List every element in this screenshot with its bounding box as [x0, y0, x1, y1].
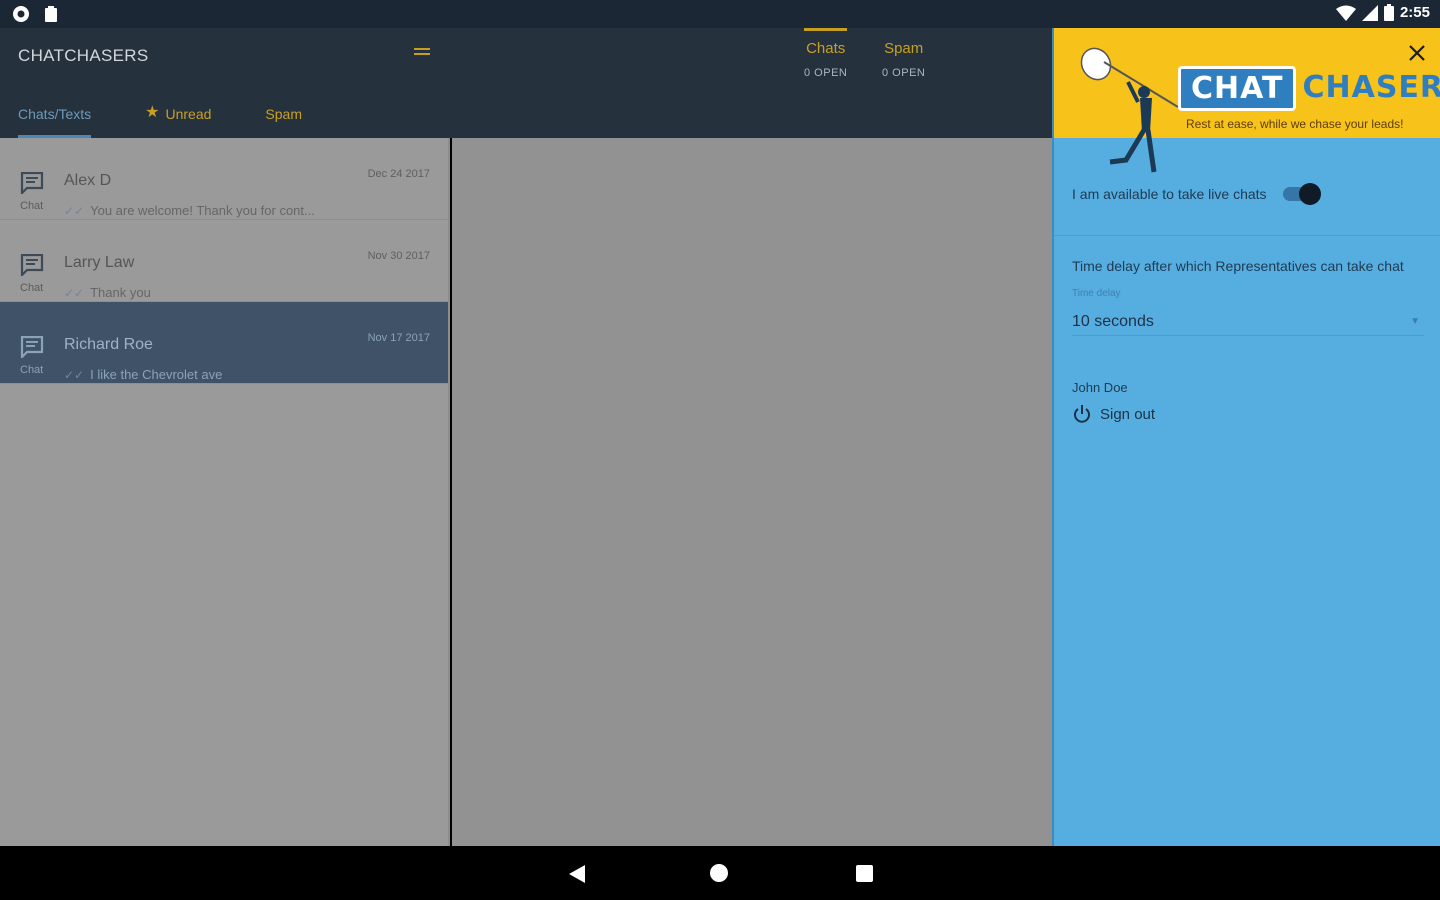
dropdown-arrow-icon: ▼: [1410, 316, 1420, 327]
toggle-knob: [1298, 183, 1321, 205]
tab-label: Chats/Texts: [18, 106, 92, 122]
back-icon[interactable]: [568, 864, 586, 884]
notification-circle-icon: [13, 6, 29, 22]
last-message: ✓✓ Thank you: [64, 285, 151, 300]
time-delay-select[interactable]: 10 seconds ▼: [1072, 308, 1424, 336]
list-item[interactable]: Chat Larry Law Nov 30 2017 ✓✓ Thank you: [0, 220, 448, 302]
chat-date: Nov 30 2017: [367, 250, 430, 262]
signal-icon: [1361, 4, 1378, 21]
recent-apps-icon[interactable]: [856, 865, 873, 882]
list-item-selected[interactable]: Chat Richard Roe Nov 17 2017 ✓✓ I like t…: [0, 302, 448, 384]
message-text: Thank you: [90, 285, 151, 300]
menu-icon[interactable]: [414, 48, 430, 62]
logo-chat: CHAT: [1178, 66, 1297, 111]
power-icon: [1074, 405, 1090, 423]
double-check-icon: ✓✓: [64, 203, 85, 218]
tab-spam[interactable]: Spam: [265, 106, 302, 138]
divider: [1054, 235, 1440, 236]
chat-bubble-icon: [20, 254, 44, 276]
delay-title: Time delay after which Representatives c…: [1072, 258, 1404, 274]
sign-out-button[interactable]: Sign out: [1072, 404, 1155, 424]
status-left: [12, 5, 58, 23]
counter-spam[interactable]: Spam 0 OPEN: [882, 40, 925, 79]
availability-label: I am available to take live chats: [1072, 186, 1267, 202]
double-check-icon: ✓✓: [64, 285, 85, 300]
list-item[interactable]: Chat Alex D Dec 24 2017 ✓✓ You are welco…: [0, 138, 448, 220]
counter-label: Spam: [884, 40, 924, 57]
chatchasers-logo: CHAT CHASERS: [1178, 66, 1440, 111]
chat-type: Chat: [20, 282, 44, 294]
chat-type: Chat: [20, 200, 44, 212]
chat-list: Chat Alex D Dec 24 2017 ✓✓ You are welco…: [0, 138, 450, 846]
battery-icon: [1383, 4, 1394, 21]
top-toolbar: CHATCHASERS Chats/Texts ★ Unread Spam Ch…: [0, 28, 1052, 138]
availability-toggle[interactable]: [1282, 183, 1321, 205]
tagline: Rest at ease, while we chase your leads!: [1186, 117, 1404, 131]
last-message: ✓✓ You are welcome! Thank you for cont..…: [64, 203, 315, 218]
home-icon[interactable]: [710, 864, 728, 882]
tab-label: Spam: [265, 106, 302, 122]
availability-row: I am available to take live chats: [1072, 183, 1424, 205]
sign-out-label: Sign out: [1100, 405, 1156, 423]
logo-chasers: CHASERS: [1302, 70, 1440, 105]
settings-drawer: CHAT CHASERS Rest at ease, while we chas…: [1052, 28, 1440, 846]
chat-bubble-icon: [20, 336, 44, 358]
chat-type: Chat: [20, 364, 44, 376]
mascot-net-icon: [1080, 47, 1178, 173]
close-icon[interactable]: [1408, 44, 1426, 62]
counter-label: Chats: [806, 40, 846, 57]
star-icon: ★: [145, 104, 160, 121]
status-right: 2:55: [1335, 4, 1430, 21]
tab-label: Unread: [165, 106, 212, 122]
wifi-icon: [1335, 5, 1356, 21]
message-text: I like the Chevrolet ave: [90, 367, 223, 382]
contact-name: Larry Law: [64, 254, 135, 271]
status-bar: 2:55: [0, 0, 1440, 28]
status-time: 2:55: [1399, 4, 1430, 21]
delay-field-label: Time delay: [1072, 288, 1121, 299]
tab-unread[interactable]: ★ Unread: [145, 104, 212, 138]
clipboard-icon: [45, 5, 57, 22]
contact-name: Alex D: [64, 172, 112, 189]
message-text: You are welcome! Thank you for cont...: [90, 203, 315, 218]
chat-detail-area: [452, 138, 1052, 846]
counter-count: 0 OPEN: [804, 67, 848, 79]
chat-date: Dec 24 2017: [367, 168, 430, 180]
counter-chats[interactable]: Chats 0 OPEN: [804, 28, 848, 79]
chat-bubble-icon: [20, 172, 44, 194]
chat-date: Nov 17 2017: [367, 332, 430, 344]
chat-tabs: Chats/Texts ★ Unread Spam: [18, 104, 356, 138]
android-nav-bar: [0, 846, 1440, 900]
user-name: John Doe: [1072, 380, 1128, 395]
last-message: ✓✓ I like the Chevrolet ave: [64, 367, 222, 382]
contact-name: Richard Roe: [64, 336, 153, 353]
double-check-icon: ✓✓: [64, 367, 85, 382]
counter-count: 0 OPEN: [882, 67, 926, 79]
tab-chats-texts[interactable]: Chats/Texts: [18, 106, 92, 138]
app: CHATCHASERS Chats/Texts ★ Unread Spam Ch…: [0, 28, 1440, 846]
app-brand: CHATCHASERS: [18, 46, 149, 65]
delay-value: 10 seconds: [1072, 312, 1154, 330]
